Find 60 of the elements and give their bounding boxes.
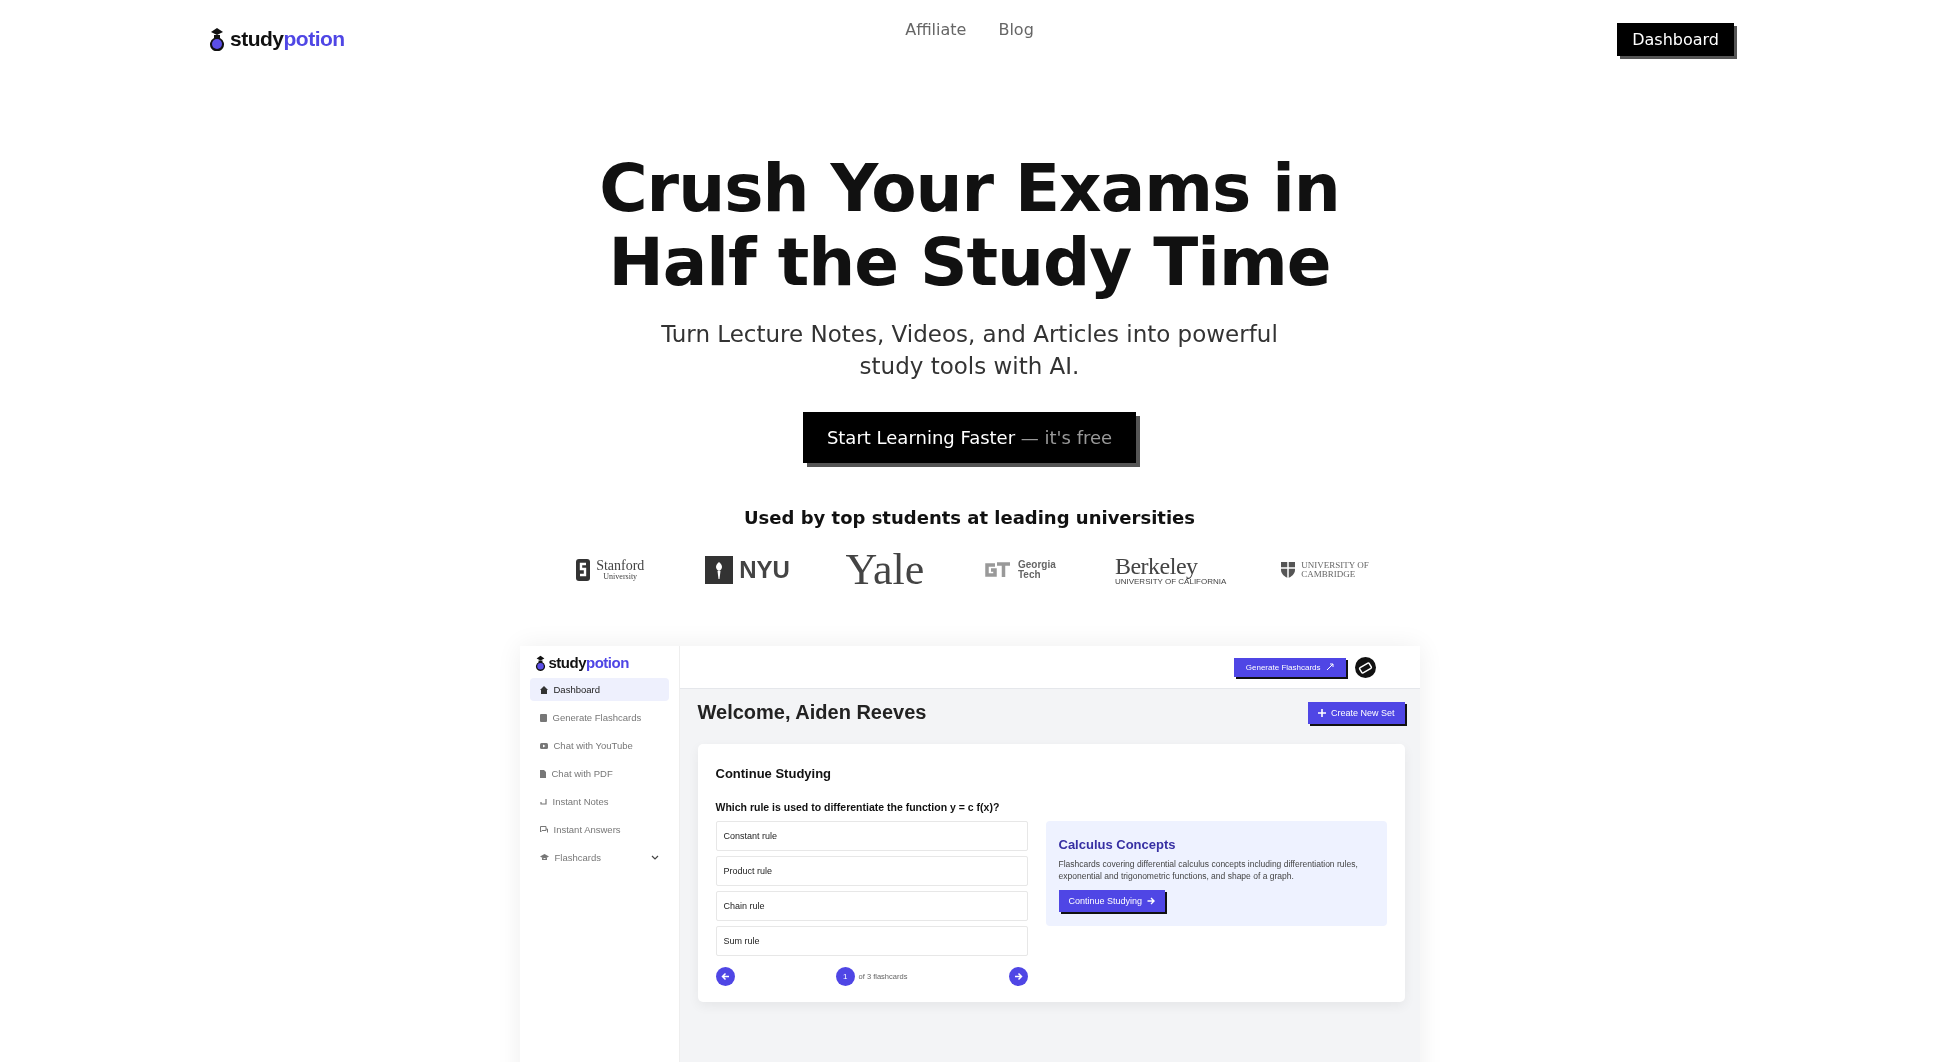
answer-option[interactable]: Sum rule <box>715 926 1028 956</box>
answer-option[interactable]: Constant rule <box>715 821 1028 851</box>
university-name: NYU <box>739 556 790 584</box>
university-name: Berkeley <box>1114 554 1198 578</box>
university-subtitle: Tech <box>1018 570 1041 580</box>
set-description: Flashcards covering differential calculus concepts including differentiation rules, exponential and trigonometric functions, and shape of a graph. <box>1058 858 1359 882</box>
page-number: 1 <box>835 967 855 986</box>
university-name: Georgia <box>1018 560 1056 570</box>
nav-link[interactable]: Blog <box>998 20 1034 39</box>
continue-studying-button[interactable]: Continue Studying <box>1058 890 1166 912</box>
answer-option[interactable]: Chain rule <box>715 891 1028 921</box>
sidebar-item[interactable]: Chat with YouTube <box>529 734 669 757</box>
create-new-set-button[interactable]: Create New Set <box>1307 701 1405 724</box>
arrow-left-icon <box>720 972 730 981</box>
next-button[interactable] <box>1008 967 1028 986</box>
sidebar-item[interactable]: Generate Flashcards <box>529 706 669 729</box>
hero-title: Half the Study Time <box>608 226 1331 300</box>
dashboard-button[interactable]: Dashboard <box>1617 22 1734 56</box>
potion-logo-icon <box>533 654 547 671</box>
nav-link[interactable]: Affiliate <box>905 20 967 39</box>
stanford-s-icon <box>576 559 591 581</box>
university-name: Yale <box>845 548 925 592</box>
answer-option[interactable]: Product rule <box>715 856 1028 886</box>
set-title: Calculus Concepts <box>1058 837 1177 852</box>
card-title: Continue Studying <box>715 766 833 781</box>
arrow-right-icon <box>1013 972 1023 981</box>
university-subtitle: CAMBRIDGE <box>1301 570 1356 579</box>
generate-flashcards-button[interactable]: Generate Flashcards <box>1233 657 1346 677</box>
logo-text[interactable]: studypotion <box>230 27 345 51</box>
hero-subtitle: Turn Lecture Notes, Videos, and Articles into powerful study tools with AI. <box>660 320 1279 381</box>
home-icon <box>539 685 548 694</box>
torch-icon <box>705 556 734 584</box>
chat-icon <box>539 826 548 833</box>
sidebar-item[interactable]: Instant Answers <box>529 818 669 841</box>
previous-button[interactable] <box>715 967 735 986</box>
universities-heading: Used by top students at leading universities <box>743 507 1196 528</box>
sidebar-item[interactable]: Dashboard <box>529 678 669 701</box>
chevron-icon[interactable] <box>650 855 659 860</box>
hero-title: Crush Your Exams in <box>599 152 1340 226</box>
logo-text: studypotion <box>548 654 629 671</box>
question-text: Which rule is used to differentiate the function y = c f(x)? <box>715 801 1001 813</box>
arrow-right-icon <box>1147 897 1156 905</box>
university-subtitle: UNIVERSITY OF CALIFORNIA <box>1114 578 1227 586</box>
university-subtitle: University <box>603 573 638 581</box>
notes-icon <box>539 798 547 805</box>
sidebar-item[interactable]: Instant Notes <box>529 790 669 813</box>
university-name: UNIVERSITY OF <box>1301 561 1369 570</box>
university-name: Stanford <box>596 559 645 573</box>
ticket-avatar-icon[interactable] <box>1354 656 1376 678</box>
document-icon <box>539 769 546 778</box>
sidebar-item[interactable]: Chat with PDF <box>529 762 669 785</box>
video-icon <box>539 742 548 749</box>
gt-monogram-icon <box>984 561 1012 579</box>
potion-logo-icon <box>207 27 227 51</box>
shield-icon <box>1281 562 1296 578</box>
welcome-title: Welcome, Aiden Reeves <box>697 701 927 724</box>
graduation-cap-icon <box>539 854 549 861</box>
sidebar-item[interactable]: Flashcards <box>529 846 669 869</box>
plus-icon <box>1317 708 1326 717</box>
book-icon <box>539 713 547 722</box>
